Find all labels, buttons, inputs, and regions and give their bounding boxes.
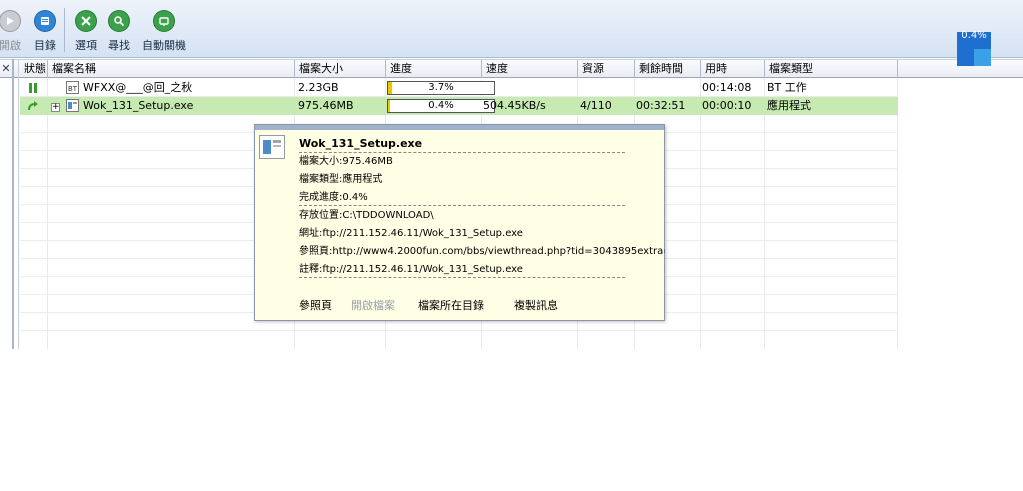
grid-vline xyxy=(700,78,701,349)
column-size[interactable]: 檔案大小 xyxy=(295,60,386,78)
popup-type: 檔案類型:應用程式 xyxy=(299,174,383,185)
progress-text: 0.4% xyxy=(428,100,454,111)
popup-divider xyxy=(299,152,625,153)
running-arrow-icon[interactable] xyxy=(27,97,40,115)
popup-referer: 參照頁:http://www4.2000fun.com/bbs/viewthre… xyxy=(299,246,665,257)
open-label: 開啟 xyxy=(0,39,21,52)
expand-glyph: + xyxy=(51,102,60,112)
progress-bar: 3.7% xyxy=(387,81,495,95)
popup-divider xyxy=(299,205,625,206)
column-remaining[interactable]: 剩餘時間 xyxy=(635,60,701,78)
folder-icon xyxy=(34,10,56,32)
options-button[interactable]: 選項 xyxy=(71,10,101,56)
expand-toggle[interactable]: + xyxy=(51,97,61,115)
file-name: WFXX@___@回_之秋 xyxy=(83,81,193,94)
remaining-time xyxy=(636,79,698,97)
remaining-time: 00:32:51 xyxy=(636,99,686,112)
column-sources[interactable]: 資源 xyxy=(578,60,635,78)
shutdown-icon xyxy=(153,10,175,32)
pause-icon[interactable] xyxy=(28,79,40,97)
toolbar: 開啟 目錄 選項 尋找 自動關機 0.4% xyxy=(0,0,1023,66)
progress-bar: 0.4% xyxy=(387,99,495,113)
grid-hline xyxy=(20,330,898,331)
left-border-inner xyxy=(18,59,19,349)
file-type: 應用程式 xyxy=(767,99,811,112)
open-file-link[interactable]: 開啟檔案 xyxy=(351,297,395,313)
overall-progress-text: 0.4% xyxy=(961,30,987,41)
folder-label: 目錄 xyxy=(34,39,56,52)
close-panel-icon[interactable]: ✕ xyxy=(0,60,12,78)
exe-file-icon xyxy=(66,97,80,115)
column-filename[interactable]: 檔案名稱 xyxy=(48,60,295,78)
search-icon xyxy=(108,10,130,32)
table-row-selected[interactable]: + Wok_131_Setup.exe 975.46MB 0.4% 504.45… xyxy=(20,97,898,115)
exe-file-icon xyxy=(259,135,285,159)
overall-progress-badge[interactable]: 0.4% xyxy=(957,30,991,66)
badge-accent xyxy=(974,49,991,66)
copy-info-link[interactable]: 複製訊息 xyxy=(514,297,558,313)
column-speed[interactable]: 速度 xyxy=(482,60,578,78)
popup-divider xyxy=(299,277,625,278)
popup-size: 檔案大小:975.46MB xyxy=(299,156,393,167)
sources xyxy=(580,79,634,97)
sources: 4/110 xyxy=(580,99,612,112)
grid-vline xyxy=(897,78,898,349)
search-label: 尋找 xyxy=(108,39,130,52)
popup-progress: 完成進度:0.4% xyxy=(299,192,368,203)
tools-icon xyxy=(75,10,97,32)
column-status[interactable]: 狀態 xyxy=(20,60,48,78)
popup-location: 存放位置:C:\TDDOWNLOAD\ xyxy=(299,210,434,221)
grid-vline xyxy=(764,78,765,349)
left-border xyxy=(12,59,14,349)
popup-header-bar xyxy=(255,125,664,130)
speed: 504.45KB/s xyxy=(483,99,546,112)
table-row[interactable]: BT WFXX@___@回_之秋 2.23GB 3.7% 00:14:08 BT… xyxy=(20,79,898,97)
file-name: Wok_131_Setup.exe xyxy=(83,99,194,112)
file-size: 2.23GB xyxy=(298,81,339,94)
elapsed-time: 00:00:10 xyxy=(702,99,752,112)
search-button[interactable]: 尋找 xyxy=(104,10,134,56)
open-button[interactable]: 開啟 xyxy=(0,10,28,56)
grid-vline xyxy=(47,78,48,349)
auto-shutdown-label: 自動關機 xyxy=(142,39,186,52)
svg-text:BT: BT xyxy=(68,85,78,93)
column-elapsed[interactable]: 用時 xyxy=(701,60,765,78)
file-type: BT 工作 xyxy=(767,81,807,94)
column-filetype[interactable]: 檔案類型 xyxy=(765,60,898,78)
popup-comment: 註釋:ftp://211.152.46.11/Wok_131_Setup.exe xyxy=(299,264,523,275)
auto-shutdown-button[interactable]: 自動關機 xyxy=(140,10,188,56)
speed xyxy=(483,79,575,97)
column-progress[interactable]: 進度 xyxy=(386,60,482,78)
file-size: 975.46MB xyxy=(298,99,354,112)
popup-url: 網址:ftp://211.152.46.11/Wok_131_Setup.exe xyxy=(299,228,523,239)
column-header-row: ✕ 狀態 檔案名稱 檔案大小 進度 速度 資源 剩餘時間 用時 檔案類型 xyxy=(0,59,1023,78)
elapsed-time: 00:14:08 xyxy=(702,81,752,94)
progress-text: 3.7% xyxy=(428,82,454,93)
folder-button[interactable]: 目錄 xyxy=(30,10,60,56)
play-icon xyxy=(0,10,21,32)
bt-file-icon: BT xyxy=(66,79,80,97)
options-label: 選項 xyxy=(75,39,97,52)
open-folder-link[interactable]: 檔案所在目錄 xyxy=(418,297,484,313)
popup-title: Wok_131_Setup.exe xyxy=(299,137,423,150)
toolbar-separator xyxy=(64,8,65,52)
file-info-popup: Wok_131_Setup.exe 檔案大小:975.46MB 檔案類型:應用程… xyxy=(254,124,665,321)
open-referer-link[interactable]: 參照頁 xyxy=(299,297,332,313)
